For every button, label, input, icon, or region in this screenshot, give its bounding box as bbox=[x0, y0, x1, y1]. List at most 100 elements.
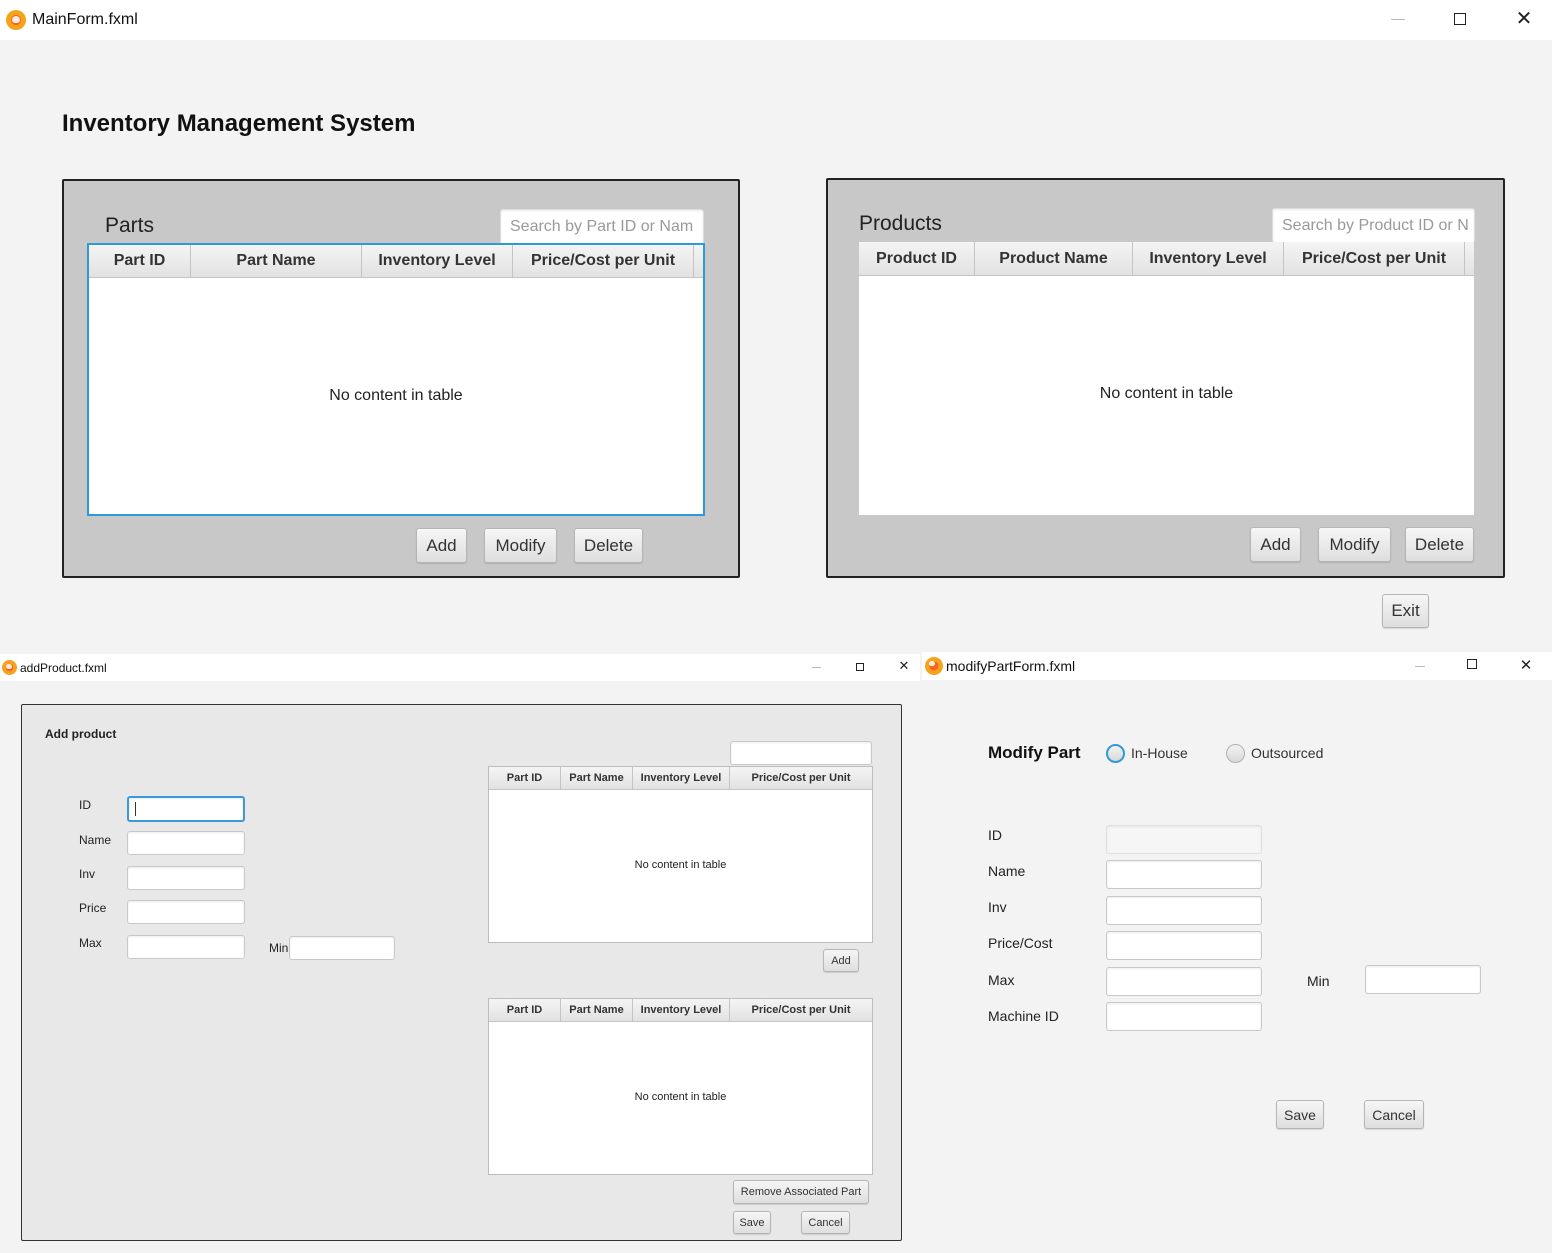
column-header[interactable]: Price/Cost per Unit bbox=[513, 245, 694, 277]
products-empty-message: No content in table bbox=[1099, 385, 1234, 402]
modify-part-titlebar: modifyPartForm.fxml ✕ bbox=[922, 652, 1552, 680]
add-product-titlebar: addProduct.fxml ✕ bbox=[0, 654, 920, 681]
outsourced-label[interactable]: Outsourced bbox=[1251, 745, 1323, 761]
column-header[interactable]: Part ID bbox=[89, 245, 191, 277]
products-table-header: Product ID Product Name Inventory Level … bbox=[859, 242, 1474, 276]
id-label: ID bbox=[988, 827, 1002, 843]
column-header[interactable]: Price/Cost per Unit bbox=[1284, 242, 1465, 275]
outsourced-radio[interactable] bbox=[1226, 744, 1245, 763]
app-icon bbox=[6, 10, 26, 30]
remove-associated-part-button[interactable]: Remove Associated Part bbox=[733, 1180, 869, 1204]
parts-table-header: Part ID Part Name Inventory Level Price/… bbox=[89, 245, 703, 278]
associated-parts-empty-message: No content in table bbox=[634, 1091, 727, 1103]
parts-modify-button[interactable]: Modify bbox=[484, 528, 557, 563]
id-field bbox=[1106, 825, 1262, 854]
name-field[interactable] bbox=[127, 831, 245, 855]
modify-part-heading: Modify Part bbox=[988, 743, 1081, 762]
column-header[interactable]: Part Name bbox=[561, 767, 633, 789]
available-parts-table[interactable]: Part ID Part Name Inventory Level Price/… bbox=[488, 766, 873, 943]
machine-id-field[interactable] bbox=[1106, 1002, 1262, 1031]
parts-search-input[interactable] bbox=[730, 741, 872, 765]
products-search-input[interactable]: Search by Product ID or N bbox=[1272, 208, 1475, 243]
column-header[interactable]: Inventory Level bbox=[362, 245, 513, 277]
inv-label: Inv bbox=[988, 899, 1007, 915]
parts-panel: Parts Search by Part ID or Nam Part ID P… bbox=[62, 179, 740, 578]
associated-parts-table[interactable]: Part ID Part Name Inventory Level Price/… bbox=[488, 998, 873, 1175]
inv-field[interactable] bbox=[127, 866, 245, 890]
min-label: Min bbox=[269, 941, 289, 955]
inv-label: Inv bbox=[79, 867, 96, 881]
name-label: Name bbox=[988, 863, 1026, 879]
cancel-button[interactable]: Cancel bbox=[1364, 1100, 1424, 1129]
max-field[interactable] bbox=[127, 935, 245, 959]
maximize-icon[interactable] bbox=[1454, 13, 1466, 25]
max-label: Max bbox=[988, 972, 1015, 988]
column-header[interactable]: Inventory Level bbox=[633, 999, 730, 1021]
parts-search-input[interactable]: Search by Part ID or Nam bbox=[500, 209, 704, 245]
save-button[interactable]: Save bbox=[1276, 1100, 1324, 1129]
parts-title: Parts bbox=[105, 214, 155, 237]
name-field[interactable] bbox=[1106, 860, 1262, 889]
min-field[interactable] bbox=[289, 936, 395, 960]
parts-table[interactable]: Part ID Part Name Inventory Level Price/… bbox=[87, 243, 705, 516]
add-product-window: addProduct.fxml ✕ Add product ID Name In… bbox=[0, 654, 920, 1253]
parts-empty-message: No content in table bbox=[329, 387, 463, 404]
in-house-radio[interactable] bbox=[1106, 744, 1125, 763]
window-title: addProduct.fxml bbox=[20, 660, 107, 675]
window-title: modifyPartForm.fxml bbox=[946, 658, 1076, 674]
column-header[interactable]: Product ID bbox=[859, 242, 975, 275]
min-field[interactable] bbox=[1365, 965, 1481, 994]
minimize-icon[interactable] bbox=[1415, 666, 1425, 667]
close-icon[interactable]: ✕ bbox=[1519, 655, 1533, 675]
maximize-icon[interactable] bbox=[856, 663, 864, 671]
save-button[interactable]: Save bbox=[733, 1211, 771, 1234]
available-parts-empty-message: No content in table bbox=[634, 859, 727, 871]
window-title: MainForm.fxml bbox=[32, 11, 138, 28]
max-field[interactable] bbox=[1106, 967, 1262, 996]
inv-field[interactable] bbox=[1106, 896, 1262, 925]
price-label: Price/Cost bbox=[988, 935, 1053, 951]
main-titlebar: MainForm.fxml ✕ bbox=[0, 0, 1552, 40]
max-label: Max bbox=[79, 936, 102, 950]
products-panel: Products Search by Product ID or N Produ… bbox=[826, 178, 1505, 578]
column-header[interactable]: Product Name bbox=[975, 242, 1133, 275]
modify-part-window: modifyPartForm.fxml ✕ Modify Part In-Hou… bbox=[922, 652, 1552, 1253]
in-house-label[interactable]: In-House bbox=[1131, 745, 1188, 761]
column-header[interactable]: Price/Cost per Unit bbox=[730, 999, 872, 1021]
text-caret bbox=[135, 802, 136, 816]
products-delete-button[interactable]: Delete bbox=[1405, 527, 1474, 562]
id-label: ID bbox=[79, 798, 91, 812]
close-icon[interactable]: ✕ bbox=[897, 658, 911, 676]
app-icon bbox=[925, 657, 943, 675]
column-header[interactable]: Part ID bbox=[489, 999, 561, 1021]
close-icon[interactable]: ✕ bbox=[1514, 8, 1534, 28]
column-header[interactable]: Part Name bbox=[561, 999, 633, 1021]
page-title: Inventory Management System bbox=[62, 110, 416, 137]
add-part-button[interactable]: Add bbox=[823, 949, 859, 972]
price-field[interactable] bbox=[127, 900, 245, 924]
products-title: Products bbox=[859, 212, 942, 235]
add-product-heading: Add product bbox=[45, 727, 117, 741]
parts-delete-button[interactable]: Delete bbox=[574, 528, 643, 563]
exit-button[interactable]: Exit bbox=[1382, 594, 1429, 628]
column-header[interactable]: Price/Cost per Unit bbox=[730, 767, 872, 789]
main-window: MainForm.fxml ✕ Inventory Management Sys… bbox=[0, 0, 1552, 652]
products-table[interactable]: Product ID Product Name Inventory Level … bbox=[859, 242, 1474, 515]
column-header[interactable]: Inventory Level bbox=[1133, 242, 1284, 275]
price-field[interactable] bbox=[1106, 931, 1262, 960]
parts-add-button[interactable]: Add bbox=[416, 528, 467, 563]
products-modify-button[interactable]: Modify bbox=[1318, 527, 1391, 562]
minimize-icon[interactable] bbox=[812, 667, 821, 668]
products-add-button[interactable]: Add bbox=[1250, 527, 1301, 562]
min-label: Min bbox=[1307, 973, 1330, 989]
app-icon bbox=[2, 660, 17, 675]
column-header[interactable]: Part Name bbox=[191, 245, 362, 277]
id-field[interactable] bbox=[127, 796, 245, 822]
add-product-content: Add product ID Name Inv Price Max Min Pa… bbox=[21, 704, 902, 1241]
cancel-button[interactable]: Cancel bbox=[801, 1211, 850, 1234]
available-parts-header: Part ID Part Name Inventory Level Price/… bbox=[489, 767, 872, 790]
column-header[interactable]: Inventory Level bbox=[633, 767, 730, 789]
maximize-icon[interactable] bbox=[1467, 659, 1477, 669]
column-header[interactable]: Part ID bbox=[489, 767, 561, 789]
minimize-icon[interactable] bbox=[1391, 19, 1405, 20]
